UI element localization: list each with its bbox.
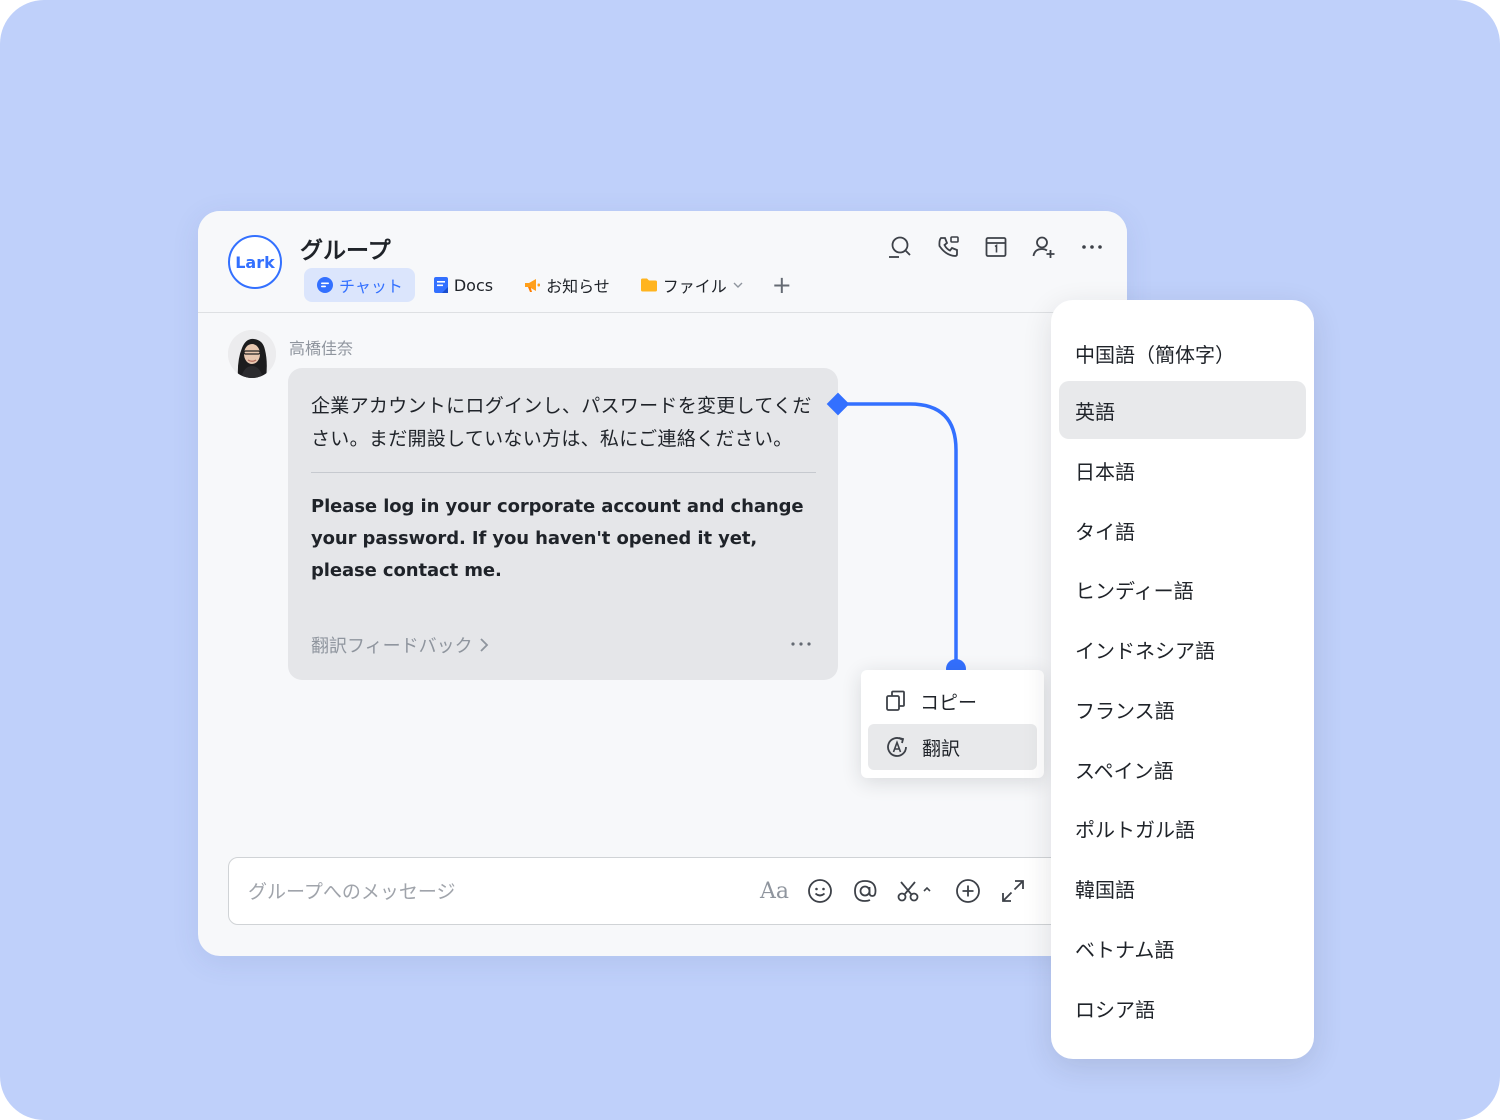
language-option-label: ベトナム語 [1075,937,1175,962]
tab-announcements-label: お知らせ [546,277,610,296]
language-option[interactable]: インドネシア語 [1059,620,1306,678]
add-circle-icon[interactable] [954,875,981,907]
feedback-label: 翻訳フィードバック [311,636,473,657]
copy-icon [886,690,905,711]
language-option-label: タイ語 [1075,519,1135,544]
message-context-menu: コピー 翻訳 [861,670,1044,778]
search-chat-icon[interactable] [887,234,913,260]
language-option-label: 英語 [1075,399,1115,424]
group-title: グループ [300,238,391,264]
chat-header: Lark グループ チャット Docs お知らせ ファイル + [198,211,1127,313]
chat-window: Lark グループ チャット Docs お知らせ ファイル + 高橋佳奈 企業ア… [198,211,1127,956]
tab-chat-label: チャット [339,277,403,296]
calendar-icon[interactable] [983,234,1009,260]
language-option[interactable]: 中国語（簡体字） [1059,324,1306,382]
language-option[interactable]: タイ語 [1059,501,1306,559]
menu-item-copy[interactable]: コピー [868,678,1037,724]
header-actions [887,234,1105,260]
language-option-label: 日本語 [1075,459,1135,484]
language-option-label: ポルトガル語 [1075,817,1195,842]
message-bubble[interactable]: 企業アカウントにログインし、パスワードを変更してください。まだ開設していない方は… [288,368,838,680]
translation-feedback-link[interactable]: 翻訳フィードバック [311,632,491,658]
translated-message-text: Please log in your corporate account and… [311,496,804,581]
menu-item-copy-label: コピー [920,691,978,714]
sender-name: 高橋佳奈 [289,339,354,358]
megaphone-icon [525,279,541,292]
language-option-label: インドネシア語 [1075,638,1215,663]
language-option-label: 韓国語 [1075,877,1135,902]
translate-icon [887,737,907,757]
language-option-label: フランス語 [1075,698,1175,723]
language-option[interactable]: 日本語 [1059,441,1306,499]
page-background: Lark グループ チャット Docs お知らせ ファイル + 高橋佳奈 企業ア… [0,0,1500,1120]
tab-announcements[interactable]: お知らせ [511,268,622,302]
language-option-label: スペイン語 [1075,758,1174,783]
folder-icon [640,278,657,292]
add-member-icon[interactable] [1031,234,1057,260]
tab-files[interactable]: ファイル [628,268,756,302]
chevron-down-icon [733,282,743,288]
more-icon[interactable] [1079,234,1105,260]
tab-bar: チャット Docs お知らせ ファイル + [304,268,802,302]
call-icon[interactable] [935,234,961,260]
logo-text: Lark [235,252,275,272]
screenshot-scissors-icon[interactable] [896,875,936,907]
menu-item-translate-label: 翻訳 [922,737,961,760]
add-tab-button[interactable]: + [762,268,802,302]
language-option[interactable]: フランス語 [1059,680,1306,738]
menu-item-translate[interactable]: 翻訳 [868,724,1037,770]
language-option[interactable]: ベトナム語 [1059,919,1306,977]
tab-docs[interactable]: Docs [421,268,505,302]
mention-icon[interactable] [851,875,878,907]
message-composer[interactable]: Aa [228,857,1108,925]
language-option-label: 中国語（簡体字） [1075,342,1235,367]
avatar[interactable] [228,330,276,378]
original-message-text: 企業アカウントにログインし、パスワードを変更してください。まだ開設していない方は… [311,395,812,450]
language-option-label: ロシア語 [1075,997,1155,1022]
docs-icon [433,277,448,293]
language-select-panel: 中国語（簡体字） 英語 日本語 タイ語 ヒンディー語 インドネシア語 フランス語… [1051,300,1314,1059]
tab-chat[interactable]: チャット [304,268,415,302]
chat-bubble-icon [317,277,333,293]
language-option[interactable]: ヒンディー語 [1059,560,1306,618]
language-option[interactable]: ロシア語 [1059,979,1306,1037]
emoji-icon[interactable] [806,875,833,907]
language-option[interactable]: 韓国語 [1059,859,1306,917]
message-more-icon[interactable] [790,631,812,652]
tab-docs-label: Docs [453,275,494,295]
composer-toolbar: Aa [760,875,1026,907]
language-option[interactable]: ポルトガル語 [1059,799,1306,857]
expand-icon[interactable] [999,875,1026,907]
language-option[interactable]: スペイン語 [1059,740,1306,798]
language-option-selected[interactable]: 英語 [1059,381,1306,439]
tab-files-label: ファイル [662,277,727,296]
lark-logo: Lark [228,235,282,289]
message-input[interactable] [246,876,730,908]
text-format-button[interactable]: Aa [760,875,789,907]
translation-divider [311,472,816,473]
language-option-label: ヒンディー語 [1075,578,1194,603]
chevron-right-icon [480,638,488,652]
